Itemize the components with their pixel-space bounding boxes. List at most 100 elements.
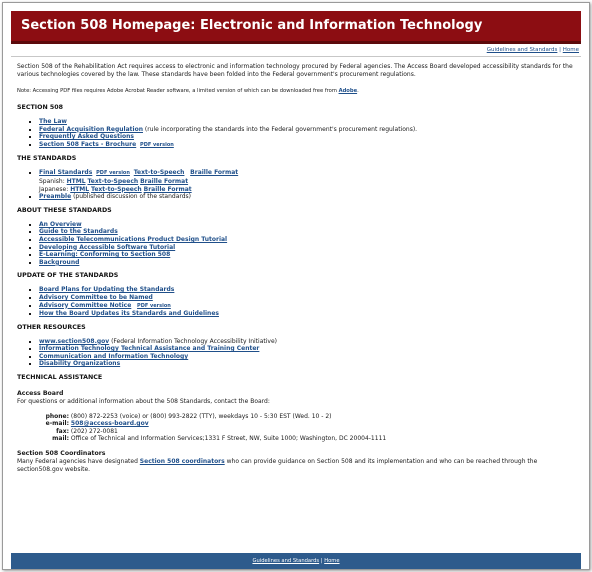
brochure-pdf-link[interactable]: PDF version [140, 142, 174, 148]
spanish-tts-link[interactable]: Text-to-Speech [87, 178, 138, 185]
preamble-description: (published discussion of the standards) [71, 193, 192, 201]
list-item: Advisory Committee to be Named [39, 294, 577, 302]
footer-separator: | [320, 558, 323, 564]
spanish-html-link[interactable]: HTML [67, 178, 86, 185]
list-item: Accessible Telecommunications Product De… [39, 236, 577, 244]
board-updates-link[interactable]: How the Board Updates its Standards and … [39, 310, 219, 317]
phone-label: phone: [45, 413, 69, 421]
spanish-label: Spanish: [39, 177, 65, 185]
brochure-link[interactable]: Section 508 Facts - Brochure [39, 141, 136, 148]
access-board-text: For questions or additional information … [17, 398, 270, 406]
list-item: Background [39, 259, 577, 267]
mail-label: mail: [52, 435, 69, 443]
adobe-link[interactable]: Adobe [339, 88, 358, 94]
japanese-row: Japanese: HTML Text-to-Speech Braille Fo… [39, 186, 577, 194]
coordinators-heading: Section 508 Coordinators [17, 449, 106, 457]
elearning-link[interactable]: E-Learning: Conforming to Section 508 [39, 251, 170, 258]
nav-home-link[interactable]: Home [563, 47, 579, 53]
header-banner: Section 508 Homepage: Electronic and Inf… [11, 11, 581, 44]
phone-row: phone: (800) 872-2253 (voice) or (800) 9… [39, 413, 577, 420]
pdf-note-end: . [357, 88, 359, 94]
about-heading: ABOUT THESE STANDARDS [17, 206, 112, 214]
intro-text: Section 508 of the Rehabilitation Act re… [17, 63, 573, 78]
list-item: Section 508 Facts - Brochure PDF version [39, 141, 577, 150]
list-item: The Law [39, 118, 577, 126]
list-item: E-Learning: Conforming to Section 508 [39, 251, 577, 259]
standards-heading: THE STANDARDS [17, 155, 77, 163]
fax-label: fax: [56, 427, 69, 435]
footer-guidelines-link[interactable]: Guidelines and Standards [252, 558, 319, 564]
access-board-heading: Access Board [17, 390, 64, 398]
list-item: Information Technology Technical Assista… [39, 345, 577, 353]
fax-row: fax: (202) 272-0081 [39, 428, 577, 435]
overview-link[interactable]: An Overview [39, 221, 82, 228]
list-item: Disability Organizations [39, 360, 577, 368]
top-nav: Guidelines and Standards | Home [487, 47, 579, 53]
final-standards-link[interactable]: Final Standards [39, 169, 92, 176]
section508-gov-description: (Federal Information Technology Accessib… [109, 337, 277, 345]
advisory-notice-link[interactable]: Advisory Committee Notice [39, 302, 131, 309]
advisory-notice-pdf-link[interactable]: PDF version [137, 303, 171, 309]
far-link[interactable]: Federal Acquisition Regulation [39, 126, 143, 133]
phone-value: (800) 872-2253 (voice) or (800) 993-2822… [70, 413, 332, 421]
footer-home-link[interactable]: Home [324, 558, 339, 564]
nav-separator: | [559, 47, 561, 53]
about-list: An Overview Guide to the Standards Acces… [17, 221, 577, 267]
pdf-note-text: Note: Accessing PDF files requires Adobe… [17, 88, 339, 94]
coordinators-link[interactable]: Section 508 coordinators [140, 458, 225, 465]
email-link[interactable]: 508@access-board.gov [71, 420, 149, 427]
ittatc-link[interactable]: Information Technology Technical Assista… [39, 345, 259, 352]
guide-link[interactable]: Guide to the Standards [39, 228, 118, 235]
footer-nav: Guidelines and Standards | Home [11, 553, 581, 569]
other-list: www.section508.gov (Federal Information … [17, 338, 577, 368]
list-item: Federal Acquisition Regulation (rule inc… [39, 126, 577, 134]
the-law-link[interactable]: The Law [39, 118, 67, 125]
contact-block: phone: (800) 872-2253 (voice) or (800) 9… [39, 413, 577, 443]
disability-orgs-link[interactable]: Disability Organizations [39, 360, 120, 367]
mail-value: Office of Technical and Information Serv… [70, 435, 387, 443]
japanese-braille-link[interactable]: Braille Format [144, 186, 192, 193]
section508-heading: SECTION 508 [17, 104, 64, 111]
divider [11, 56, 581, 57]
final-standards-braille-link[interactable]: Braille Format [190, 169, 238, 176]
japanese-tts-link[interactable]: Text-to-Speech [91, 186, 142, 193]
update-list: Board Plans for Updating the Standards A… [17, 286, 577, 317]
comm-it-link[interactable]: Communication and Information Technology [39, 353, 188, 360]
far-description: (rule incorporating the standards into t… [142, 125, 418, 133]
email-label: e-mail: [45, 420, 69, 428]
preamble-list: Preamble (published discussion of the st… [17, 193, 577, 201]
final-standards-pdf-link[interactable]: PDF version [96, 170, 130, 176]
faq-link[interactable]: Frequently Asked Questions [39, 133, 134, 140]
mail-row: mail: Office of Technical and Informatio… [39, 435, 577, 442]
page-frame: Section 508 Homepage: Electronic and Inf… [2, 2, 590, 570]
standards-list: Final Standards PDF version Text-to-Spee… [17, 169, 577, 178]
tech-heading: TECHNICAL ASSISTANCE [17, 374, 103, 382]
other-heading: OTHER RESOURCES [17, 323, 86, 331]
list-item: Communication and Information Technology [39, 353, 577, 361]
pdf-note: Note: Accessing PDF files requires Adobe… [17, 87, 577, 95]
list-item: Preamble (published discussion of the st… [39, 193, 577, 201]
spanish-braille-link[interactable]: Braille Format [140, 178, 188, 185]
list-item: Final Standards PDF version Text-to-Spee… [39, 169, 577, 178]
list-item: An Overview [39, 221, 577, 229]
main-content: Section 508 of the Rehabilitation Act re… [17, 63, 577, 474]
list-item: Board Plans for Updating the Standards [39, 286, 577, 294]
japanese-html-link[interactable]: HTML [70, 186, 89, 193]
board-plans-link[interactable]: Board Plans for Updating the Standards [39, 286, 174, 293]
nav-guidelines-link[interactable]: Guidelines and Standards [487, 47, 558, 53]
update-heading: UPDATE OF THE STANDARDS [17, 272, 119, 280]
coordinators-text: Many Federal agencies have designated Se… [17, 458, 577, 474]
software-tutorial-link[interactable]: Developing Accessible Software Tutorial [39, 244, 175, 251]
page-title: Section 508 Homepage: Electronic and Inf… [21, 18, 483, 33]
spanish-row: Spanish: HTML Text-to-Speech Braille For… [39, 178, 577, 186]
telecom-tutorial-link[interactable]: Accessible Telecommunications Product De… [39, 236, 227, 243]
advisory-named-link[interactable]: Advisory Committee to be Named [39, 294, 153, 301]
background-link[interactable]: Background [39, 259, 79, 266]
section508-gov-link[interactable]: www.section508.gov [39, 338, 109, 345]
section508-list: The Law Federal Acquisition Regulation (… [17, 118, 577, 149]
list-item: Developing Accessible Software Tutorial [39, 244, 577, 252]
email-row: e-mail: 508@access-board.gov [39, 420, 577, 427]
final-standards-tts-link[interactable]: Text-to-Speech [134, 169, 185, 176]
fax-value: (202) 272-0081 [70, 427, 118, 435]
preamble-link[interactable]: Preamble [39, 193, 71, 200]
